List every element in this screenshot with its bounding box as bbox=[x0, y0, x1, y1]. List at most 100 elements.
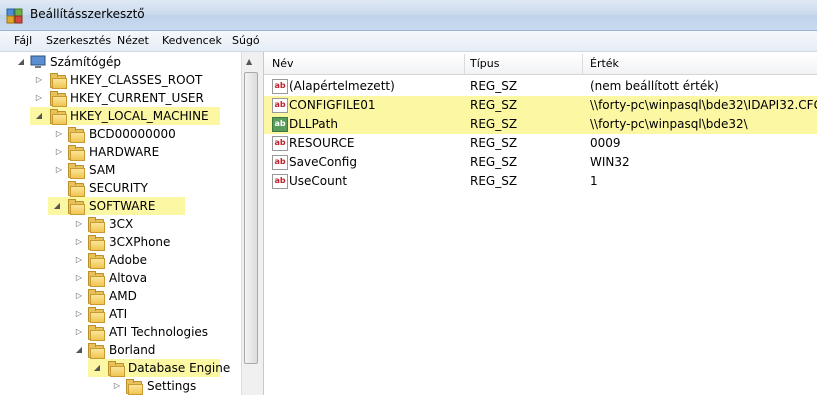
tree-item-bcd[interactable]: ▷ BCD00000000 bbox=[0, 125, 241, 143]
folder-icon bbox=[68, 145, 85, 161]
key-tree[interactable]: ◢ Számítógép ▷ HKEY_CLASSES_ROOT ▷ HKEY_… bbox=[0, 52, 241, 395]
value-data: WIN32 bbox=[590, 155, 630, 169]
tree-item-ati-technologies[interactable]: ▷ ATI Technologies bbox=[0, 323, 241, 341]
menu-favorites[interactable]: Kedvencek bbox=[162, 34, 222, 47]
expand-arrow-icon[interactable]: ▷ bbox=[74, 305, 84, 323]
value-data: (nem beállított érték) bbox=[590, 79, 719, 93]
string-value-icon: ab bbox=[272, 155, 288, 170]
tree-item-hklm[interactable]: ◢ HKEY_LOCAL_MACHINE bbox=[30, 107, 220, 125]
expand-arrow-icon[interactable]: ▷ bbox=[74, 323, 84, 341]
value-data: \\forty-pc\winpasql\bde32\ bbox=[590, 117, 748, 131]
string-value-icon: ab bbox=[272, 98, 288, 113]
table-row[interactable]: ab RESOURCE REG_SZ 0009 bbox=[264, 134, 817, 153]
tree-label: Borland bbox=[109, 343, 156, 357]
table-row[interactable]: ab UseCount REG_SZ 1 bbox=[264, 172, 817, 191]
tree-item-borland[interactable]: ◢ Borland bbox=[0, 341, 241, 359]
table-row[interactable]: ab SaveConfig REG_SZ WIN32 bbox=[264, 153, 817, 172]
column-header-name[interactable]: Név bbox=[272, 57, 294, 70]
tree-item-settings[interactable]: ▷ Settings bbox=[0, 377, 241, 395]
column-divider[interactable] bbox=[582, 54, 583, 74]
value-name: UseCount bbox=[289, 174, 348, 188]
tree-item-ati[interactable]: ▷ ATI bbox=[0, 305, 241, 323]
menu-edit[interactable]: Szerkesztés bbox=[46, 34, 111, 47]
window-title: Beállításszerkesztő bbox=[30, 7, 145, 21]
value-name: CONFIGFILE01 bbox=[289, 98, 376, 112]
collapse-arrow-icon[interactable]: ◢ bbox=[16, 53, 26, 71]
folder-icon bbox=[126, 379, 143, 395]
value-name: RESOURCE bbox=[289, 136, 355, 150]
tree-item-security[interactable]: SECURITY bbox=[0, 179, 241, 197]
folder-icon bbox=[88, 217, 105, 233]
tree-label: HKEY_LOCAL_MACHINE bbox=[70, 109, 209, 123]
collapse-arrow-icon[interactable]: ◢ bbox=[92, 359, 102, 377]
scroll-thumb[interactable] bbox=[244, 72, 258, 364]
table-row[interactable]: ab (Alapértelmezett) REG_SZ (nem beállít… bbox=[264, 77, 817, 96]
expand-arrow-icon[interactable]: ▷ bbox=[112, 377, 122, 395]
tree-item-hardware[interactable]: ▷ HARDWARE bbox=[0, 143, 241, 161]
folder-icon bbox=[88, 325, 105, 341]
value-list[interactable]: Név Típus Érték ab (Alapértelmezett) REG… bbox=[264, 52, 817, 395]
tree-item-database-engine[interactable]: ◢ Database Engine bbox=[88, 359, 230, 377]
column-header-type[interactable]: Típus bbox=[470, 57, 499, 70]
tree-item-software[interactable]: ◢ SOFTWARE bbox=[48, 197, 185, 215]
menu-help[interactable]: Súgó bbox=[232, 34, 260, 47]
value-type: REG_SZ bbox=[470, 136, 518, 150]
tree-label: HKEY_CLASSES_ROOT bbox=[70, 73, 203, 87]
title-bar: Beállításszerkesztő bbox=[0, 0, 817, 31]
value-type: REG_SZ bbox=[470, 79, 518, 93]
expand-arrow-icon[interactable]: ▷ bbox=[74, 233, 84, 251]
expand-arrow-icon[interactable]: ▷ bbox=[74, 269, 84, 287]
expand-arrow-icon[interactable]: ▷ bbox=[34, 71, 44, 89]
tree-item-amd[interactable]: ▷ AMD bbox=[0, 287, 241, 305]
value-type: REG_SZ bbox=[470, 98, 518, 112]
tree-item-hkcr[interactable]: ▷ HKEY_CLASSES_ROOT bbox=[0, 71, 241, 89]
collapse-arrow-icon[interactable]: ◢ bbox=[52, 197, 62, 215]
folder-icon bbox=[50, 73, 67, 89]
folder-icon bbox=[88, 289, 105, 305]
table-row[interactable]: ab CONFIGFILE01 REG_SZ \\forty-pc\winpas… bbox=[264, 96, 817, 115]
string-value-icon: ab bbox=[272, 117, 288, 132]
tree-item-sam[interactable]: ▷ SAM bbox=[0, 161, 241, 179]
folder-open-icon bbox=[50, 109, 67, 125]
folder-icon bbox=[68, 181, 85, 197]
expand-arrow-icon[interactable]: ▷ bbox=[54, 161, 64, 179]
tree-label: Adobe bbox=[109, 253, 147, 267]
tree-label: 3CXPhone bbox=[109, 235, 171, 249]
tree-item-adobe[interactable]: ▷ Adobe bbox=[0, 251, 241, 269]
collapse-arrow-icon[interactable]: ◢ bbox=[34, 107, 44, 125]
folder-open-icon bbox=[88, 343, 105, 359]
tree-label: Settings bbox=[147, 379, 197, 393]
tree-scrollbar[interactable]: ▲ bbox=[241, 52, 259, 395]
folder-open-icon bbox=[68, 199, 85, 215]
tree-label: ATI Technologies bbox=[109, 325, 209, 339]
tree-item-computer[interactable]: ◢ Számítógép bbox=[0, 53, 241, 71]
folder-icon bbox=[88, 253, 105, 269]
tree-item-3cx[interactable]: ▷ 3CX bbox=[0, 215, 241, 233]
tree-item-3cxphone[interactable]: ▷ 3CXPhone bbox=[0, 233, 241, 251]
collapse-arrow-icon[interactable]: ◢ bbox=[74, 341, 84, 359]
table-row[interactable]: ab DLLPath REG_SZ \\forty-pc\winpasql\bd… bbox=[264, 115, 817, 134]
tree-label: Altova bbox=[109, 271, 148, 285]
expand-arrow-icon[interactable]: ▷ bbox=[74, 287, 84, 305]
folder-icon bbox=[88, 235, 105, 251]
value-data: 0009 bbox=[590, 136, 621, 150]
menu-view[interactable]: Nézet bbox=[117, 34, 149, 47]
expand-arrow-icon[interactable]: ▷ bbox=[54, 125, 64, 143]
folder-icon bbox=[50, 91, 67, 107]
scroll-up-arrow-icon[interactable]: ▲ bbox=[246, 57, 252, 66]
expand-arrow-icon[interactable]: ▷ bbox=[54, 143, 64, 161]
column-header-value[interactable]: Érték bbox=[590, 57, 619, 70]
expand-arrow-icon[interactable]: ▷ bbox=[74, 251, 84, 269]
tree-label: Database Engine bbox=[128, 361, 231, 375]
tree-item-hkcu[interactable]: ▷ HKEY_CURRENT_USER bbox=[0, 89, 241, 107]
expand-arrow-icon[interactable]: ▷ bbox=[34, 89, 44, 107]
tree-label: AMD bbox=[109, 289, 137, 303]
value-type: REG_SZ bbox=[470, 117, 518, 131]
menu-file[interactable]: Fájl bbox=[14, 34, 32, 47]
expand-arrow-icon[interactable]: ▷ bbox=[74, 215, 84, 233]
tree-item-altova[interactable]: ▷ Altova bbox=[0, 269, 241, 287]
tree-label: SAM bbox=[89, 163, 116, 177]
tree-label: SOFTWARE bbox=[89, 199, 156, 213]
tree-label: 3CX bbox=[109, 217, 134, 231]
column-divider[interactable] bbox=[464, 54, 465, 74]
